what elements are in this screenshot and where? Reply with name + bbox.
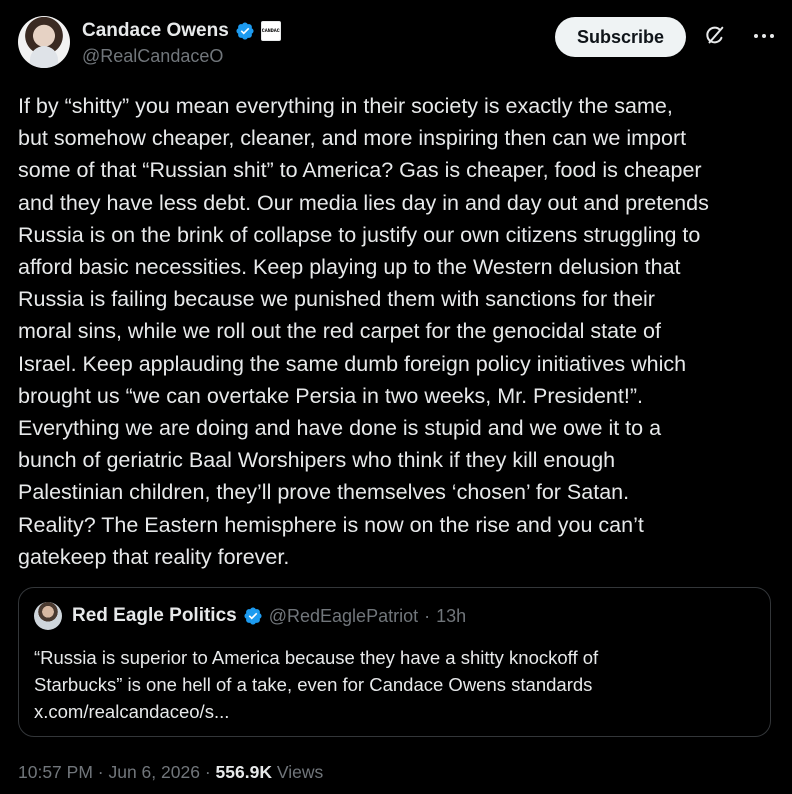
quoted-author-display-name: Red Eagle Politics: [72, 605, 237, 626]
quoted-tweet[interactable]: Red Eagle Politics @RedEaglePatriot · 13…: [18, 587, 771, 737]
quoted-separator: ·: [424, 605, 431, 626]
more-icon[interactable]: [750, 24, 778, 48]
quoted-tweet-header: Red Eagle Politics @RedEaglePatriot · 13…: [34, 602, 467, 630]
views-count: 556.9K: [215, 762, 272, 782]
grok-icon[interactable]: [704, 25, 726, 47]
tweet-meta: 10:57 PM · Jun 6, 2026 · 556.9K Views: [18, 762, 323, 783]
affiliate-badge[interactable]: CANDACE: [260, 21, 281, 41]
meta-separator: ·: [204, 762, 211, 782]
author-handle[interactable]: @RealCandaceO: [82, 46, 281, 67]
quoted-author-handle: @RedEaglePatriot: [268, 605, 419, 626]
meta-separator: ·: [97, 762, 104, 782]
quoted-time: 13h: [436, 605, 467, 626]
tweet-detail: Candace Owens CANDACE @RealCandaceO Subs…: [0, 0, 792, 794]
views-label: Views: [276, 762, 324, 782]
tweet-date[interactable]: Jun 6, 2026: [108, 762, 199, 782]
tweet-time[interactable]: 10:57 PM: [18, 762, 93, 782]
verified-badge-icon: [236, 22, 254, 40]
author-display-name[interactable]: Candace Owens: [82, 20, 229, 42]
quoted-author-avatar: [34, 602, 62, 630]
quoted-tweet-text: “Russia is superior to America because t…: [34, 647, 599, 722]
subscribe-button[interactable]: Subscribe: [554, 17, 686, 57]
verified-badge-icon: [244, 607, 262, 625]
author-names: Candace Owens CANDACE @RealCandaceO: [82, 18, 281, 67]
author-name-row: Candace Owens CANDACE: [82, 18, 281, 44]
author-avatar[interactable]: [18, 16, 70, 68]
tweet-header: Candace Owens CANDACE @RealCandaceO Subs…: [18, 16, 778, 72]
tweet-text: If by “shitty” you mean everything in th…: [18, 94, 709, 569]
